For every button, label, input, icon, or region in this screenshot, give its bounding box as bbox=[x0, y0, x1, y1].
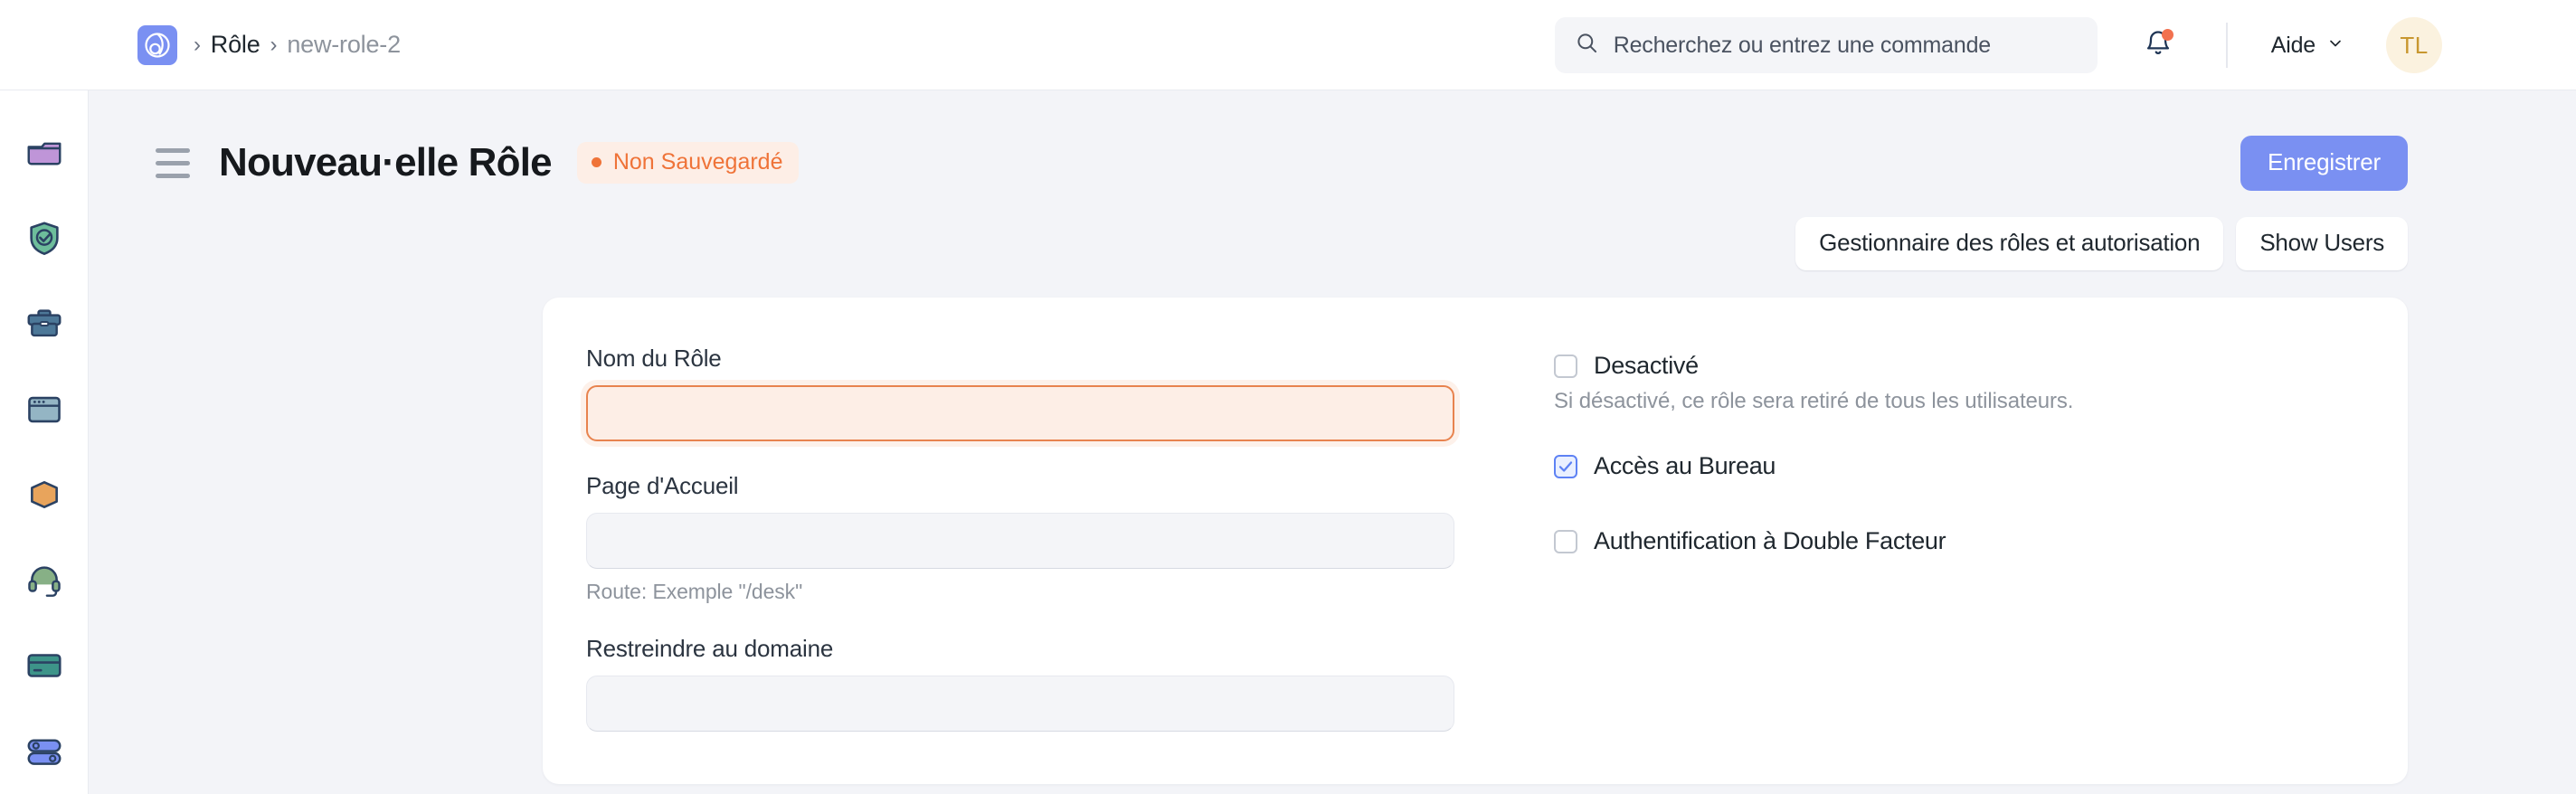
sidebar-item-briefcase[interactable] bbox=[0, 281, 89, 367]
form-left-column: Nom du Rôle Page d'Accueil Route: Exempl… bbox=[586, 345, 1509, 732]
page-toolbar: Gestionnaire des rôles et autorisation S… bbox=[90, 192, 2576, 270]
checkbox-row-two-factor-auth[interactable]: Authentification à Double Facteur bbox=[1554, 527, 2353, 555]
browser-window-icon bbox=[24, 389, 65, 430]
hamburger-bar-1 bbox=[156, 148, 190, 153]
checkbox-two-factor-auth[interactable] bbox=[1554, 530, 1577, 553]
hamburger-menu-icon[interactable] bbox=[156, 147, 195, 179]
top-navbar: › Rôle › new-role-2 Recherchez ou entrez… bbox=[0, 0, 2576, 90]
role-name-input[interactable] bbox=[586, 385, 1454, 441]
breadcrumb-separator-2: › bbox=[270, 34, 278, 56]
sidebar-item-browser-window[interactable] bbox=[0, 367, 89, 453]
main-content: Nouveau·elle Rôle Non Sauvegardé Enregis… bbox=[90, 90, 2576, 794]
role-form-card: Nom du Rôle Page d'Accueil Route: Exempl… bbox=[543, 298, 2408, 784]
save-button[interactable]: Enregistrer bbox=[2240, 136, 2408, 191]
status-badge-label: Non Sauvegardé bbox=[613, 149, 783, 175]
checkbox-row-desk-access[interactable]: Accès au Bureau bbox=[1554, 452, 2353, 480]
navbar-left-group: › Rôle › new-role-2 bbox=[0, 25, 401, 65]
checkbox-spacer bbox=[1554, 489, 2353, 527]
field-home-page: Page d'Accueil Route: Exemple "/desk" bbox=[586, 472, 1454, 604]
navbar-right-group: Recherchez ou entrez une commande Aide T… bbox=[1555, 0, 2576, 90]
chevron-down-icon bbox=[2326, 33, 2344, 59]
sidebar-item-hexagon[interactable] bbox=[0, 452, 89, 538]
page-title: Nouveau·elle Rôle bbox=[219, 140, 552, 185]
field-label-role-name: Nom du Rôle bbox=[586, 345, 1454, 373]
breadcrumb: › Rôle › new-role-2 bbox=[194, 31, 401, 59]
avatar-initials: TL bbox=[2400, 32, 2428, 60]
left-sidebar bbox=[0, 90, 89, 794]
field-label-restrict-to-domain: Restreindre au domaine bbox=[586, 635, 1454, 663]
role-permission-manager-button[interactable]: Gestionnaire des rôles et autorisation bbox=[1795, 217, 2223, 270]
sidebar-item-headset[interactable] bbox=[0, 538, 89, 624]
help-menu-button[interactable]: Aide bbox=[2271, 33, 2344, 59]
hexagon-icon bbox=[24, 474, 65, 515]
checkbox-label-two-factor-auth: Authentification à Double Facteur bbox=[1594, 527, 1946, 555]
checkbox-row-disabled[interactable]: Desactivé bbox=[1554, 352, 2353, 380]
search-placeholder-text: Recherchez ou entrez une commande bbox=[1614, 33, 1991, 59]
search-icon bbox=[1575, 31, 1599, 60]
notification-badge-dot bbox=[2162, 29, 2174, 41]
navbar-divider bbox=[2226, 23, 2228, 68]
help-menu-label: Aide bbox=[2271, 33, 2316, 59]
checkbox-disabled[interactable] bbox=[1554, 354, 1577, 378]
toggles-icon bbox=[24, 731, 65, 772]
headset-icon bbox=[24, 560, 65, 601]
search-input[interactable]: Recherchez ou entrez une commande bbox=[1555, 17, 2098, 73]
checkbox-desk-access[interactable] bbox=[1554, 455, 1577, 478]
sidebar-item-credit-card[interactable] bbox=[0, 623, 89, 709]
sidebar-item-toggles[interactable] bbox=[0, 709, 89, 794]
shield-check-icon bbox=[24, 218, 65, 260]
avatar[interactable]: TL bbox=[2386, 17, 2442, 73]
status-dot-icon bbox=[592, 157, 601, 167]
form-right-column: Desactivé Si désactivé, ce rôle sera ret… bbox=[1509, 345, 2353, 732]
status-badge: Non Sauvegardé bbox=[577, 142, 800, 184]
hamburger-bar-3 bbox=[156, 174, 190, 178]
folder-icon bbox=[24, 132, 65, 174]
frappe-logo-icon[interactable] bbox=[137, 25, 177, 65]
restrict-to-domain-input[interactable] bbox=[586, 676, 1454, 732]
sidebar-item-folder[interactable] bbox=[0, 110, 89, 196]
breadcrumb-separator-1: › bbox=[194, 34, 201, 56]
notifications-button[interactable] bbox=[2137, 24, 2179, 66]
home-page-input[interactable] bbox=[586, 513, 1454, 569]
field-label-home-page: Page d'Accueil bbox=[586, 472, 1454, 500]
sidebar-item-shield-check[interactable] bbox=[0, 196, 89, 282]
checkbox-label-desk-access: Accès au Bureau bbox=[1594, 452, 1776, 480]
field-restrict-to-domain: Restreindre au domaine bbox=[586, 635, 1454, 732]
breadcrumb-item-role[interactable]: Rôle bbox=[211, 31, 260, 59]
briefcase-icon bbox=[24, 303, 65, 345]
credit-card-icon bbox=[24, 645, 65, 686]
checkbox-help-disabled: Si désactivé, ce rôle sera retiré de tou… bbox=[1554, 389, 2353, 414]
show-users-button[interactable]: Show Users bbox=[2236, 217, 2408, 270]
checkbox-label-disabled: Desactivé bbox=[1594, 352, 1699, 380]
field-role-name: Nom du Rôle bbox=[586, 345, 1454, 441]
hamburger-bar-2 bbox=[156, 161, 190, 165]
page-header: Nouveau·elle Rôle Non Sauvegardé Enregis… bbox=[90, 90, 2576, 192]
field-help-home-page: Route: Exemple "/desk" bbox=[586, 580, 1454, 604]
breadcrumb-item-current: new-role-2 bbox=[287, 31, 401, 59]
